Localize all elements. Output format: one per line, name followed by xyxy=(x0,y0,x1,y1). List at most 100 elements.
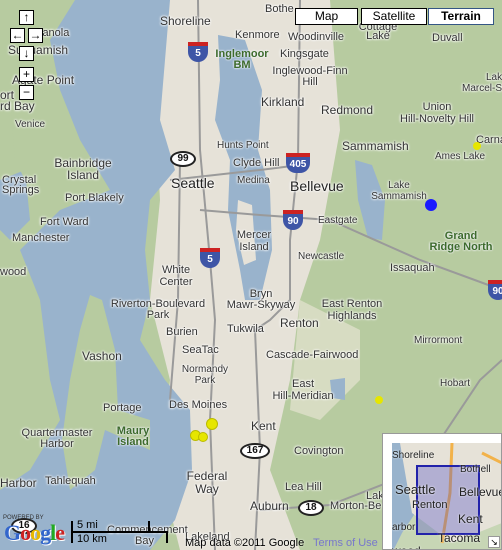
map-marker-yellow[interactable] xyxy=(375,396,383,404)
map-type-terrain-button[interactable]: Terrain xyxy=(428,8,494,25)
place-label: Mirrormont xyxy=(414,335,463,346)
place-label: Kenmore xyxy=(235,29,280,41)
place-label: Hunts Point xyxy=(217,140,269,151)
place-label: Shoreline xyxy=(160,14,211,28)
place-label: Hill xyxy=(302,76,318,88)
place-label: rd Bay xyxy=(0,99,35,113)
route-167-shield: 167 xyxy=(240,443,270,459)
place-label: Federal xyxy=(186,469,228,483)
place-label: Woodinville xyxy=(288,31,345,43)
map-marker-yellow[interactable] xyxy=(206,418,218,430)
interstate-405-shield: 405 xyxy=(286,153,310,173)
overview-label: arbor xyxy=(392,522,416,533)
place-label: BM xyxy=(233,59,251,71)
map-marker-yellow[interactable] xyxy=(198,432,208,442)
place-label: Suquamish xyxy=(8,43,69,57)
place-label: Hobart xyxy=(440,378,471,389)
place-label: Clyde Hill xyxy=(233,157,280,169)
pan-left-button[interactable]: ← xyxy=(10,28,25,43)
overview-label: Bellevue xyxy=(459,485,502,499)
interstate-5-shield: 5 xyxy=(200,248,220,268)
scale-bar: 5 mi 10 km xyxy=(71,519,168,545)
place-label: Center xyxy=(159,276,193,288)
overview-label: Seattle xyxy=(395,482,436,497)
place-label: wood xyxy=(0,266,27,278)
place-label: Sammamish xyxy=(342,139,409,153)
place-label: Venice xyxy=(15,119,46,130)
overview-label: wood xyxy=(392,544,421,549)
map-canvas[interactable]: ianola Suquamish Agate Point ort rd Bay … xyxy=(0,0,502,550)
place-label: Lake xyxy=(366,30,390,42)
route-18-shield: 18 xyxy=(298,500,324,516)
place-label: Covington xyxy=(294,445,344,457)
map-marker-yellow[interactable] xyxy=(473,142,481,150)
overview-label: Bothell xyxy=(460,464,491,475)
zoom-in-button[interactable]: + xyxy=(19,67,34,82)
place-label: Harbor xyxy=(40,438,74,450)
place-label: Hill-Meridian xyxy=(272,390,334,402)
place-label: Cascade-Fairwood xyxy=(266,349,359,361)
place-label: Tukwila xyxy=(227,323,264,335)
map-type-map-button[interactable]: Map xyxy=(295,8,358,25)
interstate-90-shield: 90 xyxy=(283,210,303,230)
place-label: Park xyxy=(146,309,170,321)
map-type-satellite-button[interactable]: Satellite xyxy=(361,8,427,25)
map-marker-blue[interactable] xyxy=(425,199,437,211)
place-label: Portage xyxy=(103,402,142,414)
place-label: Kirkland xyxy=(261,95,305,109)
place-label: Marcel-St xyxy=(462,83,502,94)
place-label: Redmond xyxy=(321,103,374,117)
copyright-text: Map data ©2011 Google xyxy=(185,537,305,549)
place-label: Island xyxy=(117,436,149,448)
scale-miles-label: 5 mi xyxy=(77,519,98,531)
place-label: Island xyxy=(239,241,269,253)
place-label: Kingsgate xyxy=(280,48,329,60)
place-label: Des Moines xyxy=(169,399,228,411)
pan-right-button[interactable]: → xyxy=(28,28,43,43)
overview-label: Tacoma xyxy=(438,531,481,545)
place-label: Duvall xyxy=(432,32,463,44)
place-label: Highlands xyxy=(327,310,377,322)
place-label: ianola xyxy=(40,27,70,39)
place-label: Island xyxy=(66,168,100,182)
place-label: Ridge North xyxy=(429,241,493,253)
place-label: East xyxy=(291,378,315,390)
place-label: Eastgate xyxy=(318,215,358,226)
place-label: Seattle xyxy=(171,175,215,191)
place-label: Manchester xyxy=(12,232,70,244)
place-label: Mawr-Skyway xyxy=(226,299,296,311)
google-logo[interactable]: Google xyxy=(4,520,65,546)
place-label: Lea Hill xyxy=(285,481,322,493)
place-label: Morton-Be xyxy=(330,500,382,512)
place-label: Medina xyxy=(237,175,270,186)
place-label: Issaquah xyxy=(390,262,435,274)
scale-km-label: 10 km xyxy=(77,533,107,545)
place-label: Union xyxy=(422,101,452,113)
pan-down-button[interactable]: ↓ xyxy=(19,46,34,61)
overview-label: Kent xyxy=(458,512,483,526)
zoom-out-button[interactable]: − xyxy=(19,85,34,100)
place-label: Auburn xyxy=(250,499,289,513)
place-label: Newcastle xyxy=(298,251,345,262)
place-label: Way xyxy=(195,482,219,496)
place-label: Fort Ward xyxy=(40,216,89,228)
overview-map[interactable]: Shoreline Bothell Seattle Bellevue Rento… xyxy=(382,433,502,550)
overview-label: Renton xyxy=(412,499,448,511)
place-label: White xyxy=(161,264,191,276)
overview-collapse-icon[interactable]: ↘ xyxy=(488,536,500,548)
pan-up-button[interactable]: ↑ xyxy=(19,10,34,25)
terms-of-use-link[interactable]: Terms of Use xyxy=(313,537,378,549)
place-label: Park xyxy=(194,375,216,386)
place-label: Port Blakely xyxy=(65,192,124,204)
place-label: Mercer xyxy=(236,229,272,241)
place-label: Ames Lake xyxy=(435,151,486,162)
interstate-90-shield: 90 xyxy=(488,280,502,300)
place-label: Renton xyxy=(280,316,319,330)
place-label: Hill-Novelty Hill xyxy=(400,113,474,125)
place-label: Kent xyxy=(251,419,276,433)
place-label: Tahlequah xyxy=(45,475,96,487)
place-label: Vashon xyxy=(82,349,122,363)
place-label: Bothe xyxy=(265,3,294,15)
overview-label: Shoreline xyxy=(392,450,435,461)
place-label: East Renton xyxy=(321,298,383,310)
